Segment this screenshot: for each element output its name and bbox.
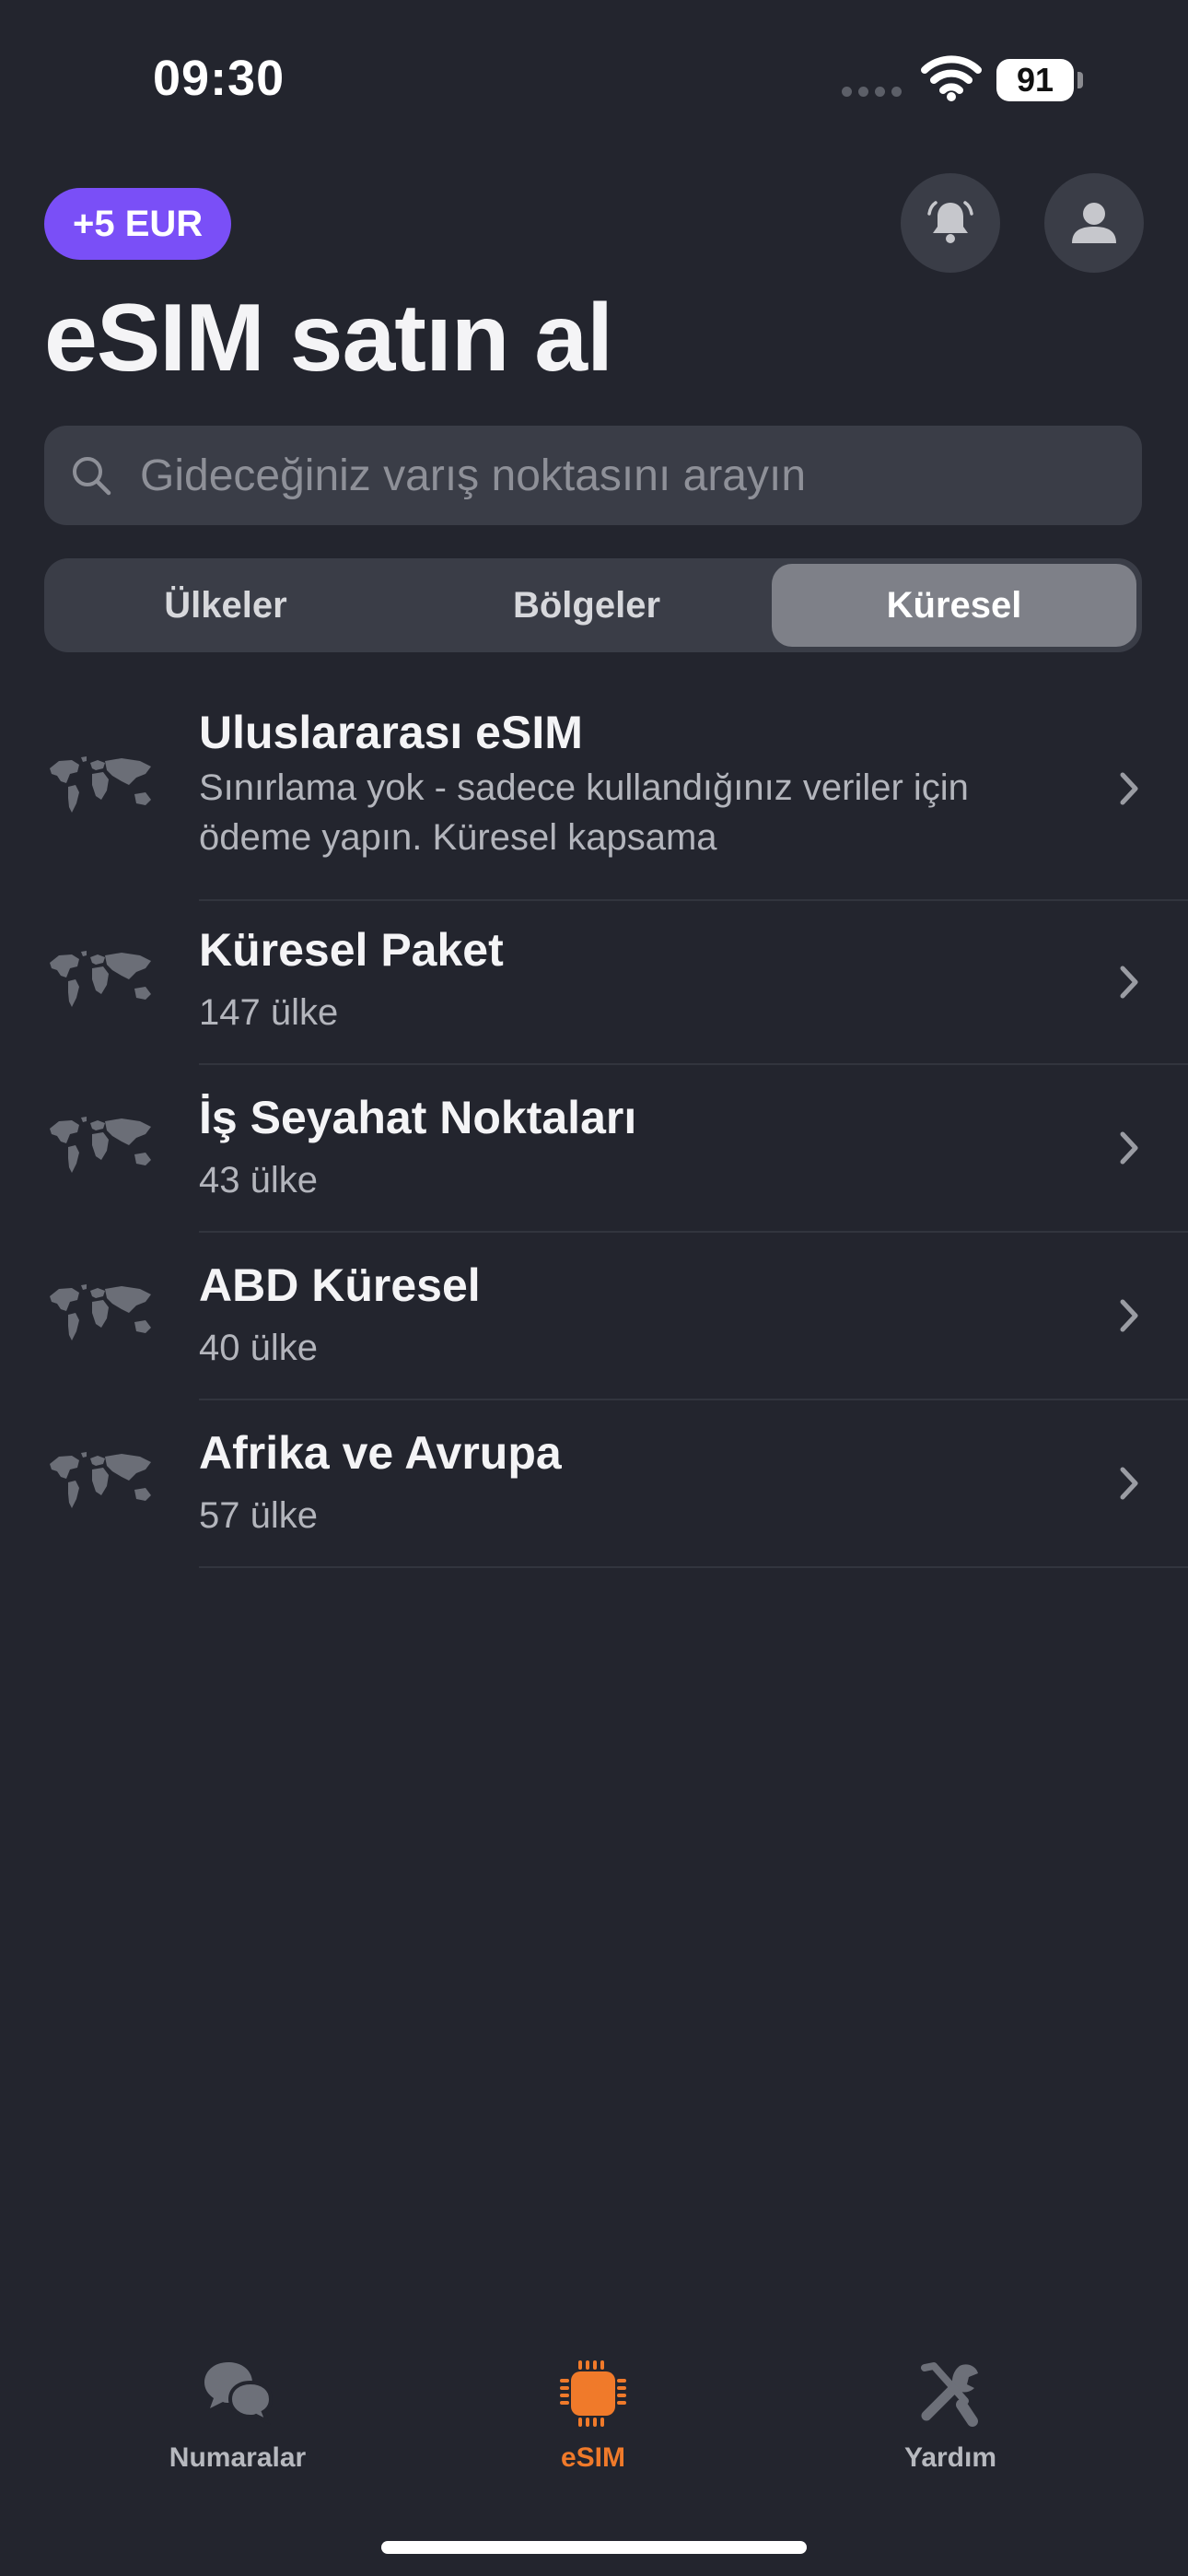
world-map-icon <box>50 1452 151 1508</box>
home-indicator[interactable] <box>381 2541 807 2554</box>
status-time: 09:30 <box>153 51 285 106</box>
plan-subtitle: 57 ülke <box>199 1495 318 1536</box>
region-segmented-control: Ülkeler Bölgeler Küresel <box>44 558 1142 652</box>
bell-icon <box>927 201 973 243</box>
tools-icon <box>921 2362 978 2427</box>
world-map-icon <box>50 1284 151 1341</box>
world-map-icon <box>50 951 151 1007</box>
cellular-signal-icon <box>842 87 902 97</box>
tab-countries[interactable]: Ülkeler <box>50 564 402 647</box>
plan-row-africa-europe[interactable]: Afrika ve Avrupa 57 ülke <box>0 1400 1188 1568</box>
tab-regions[interactable]: Bölgeler <box>411 564 763 647</box>
user-icon <box>1072 203 1116 243</box>
profile-button[interactable] <box>1044 173 1144 273</box>
tab-global[interactable]: Küresel <box>772 564 1136 647</box>
battery-level: 91 <box>1016 61 1054 99</box>
chat-bubbles-icon <box>204 2362 274 2426</box>
chevron-right-icon <box>1120 1299 1138 1332</box>
plan-subtitle: Sınırlama yok - sadece kullandığınız ver… <box>199 767 969 858</box>
chip-icon <box>560 2360 626 2427</box>
battery-cap <box>1077 72 1083 88</box>
tab-label: eSIM <box>560 2442 626 2473</box>
search-icon <box>73 457 111 496</box>
search-input[interactable]: Gideceğiniz varış noktasını arayın <box>44 426 1142 525</box>
plan-row-global-package[interactable]: Küresel Paket 147 ülke <box>0 901 1188 1065</box>
tab-help[interactable]: Yardım <box>840 2359 1061 2474</box>
divider <box>199 1566 1188 1568</box>
plan-title: ABD Küresel <box>199 1259 481 1311</box>
tab-label: Yardım <box>903 2442 997 2473</box>
plan-title: Küresel Paket <box>199 924 504 976</box>
tab-label: Numaralar <box>169 2442 307 2473</box>
chevron-right-icon <box>1120 966 1138 999</box>
plan-row-international[interactable]: Uluslararası eSIM Sınırlama yok - sadece… <box>0 697 1188 901</box>
wifi-icon <box>921 55 982 101</box>
notifications-button[interactable] <box>901 173 1000 273</box>
battery-indicator: 91 <box>996 59 1074 101</box>
plan-subtitle: 147 ülke <box>199 992 339 1033</box>
plan-title: Uluslararası eSIM <box>199 707 583 758</box>
plan-title: İş Seyahat Noktaları <box>199 1092 637 1143</box>
tab-esim[interactable]: eSIM <box>483 2359 704 2474</box>
search-placeholder: Gideceğiniz varış noktasını arayın <box>140 451 807 500</box>
chevron-right-icon <box>1120 1131 1138 1165</box>
world-map-icon <box>50 1117 151 1173</box>
plan-subtitle: 40 ülke <box>199 1328 318 1368</box>
credit-badge[interactable]: +5 EUR <box>44 188 232 260</box>
chevron-right-icon <box>1120 1467 1138 1500</box>
plan-title: Afrika ve Avrupa <box>199 1427 562 1479</box>
plan-subtitle: 43 ülke <box>199 1160 318 1200</box>
plan-row-business-travel[interactable]: İş Seyahat Noktaları 43 ülke <box>0 1065 1188 1233</box>
plan-row-usa-global[interactable]: ABD Küresel 40 ülke <box>0 1233 1188 1400</box>
page-title: eSIM satın al <box>44 285 613 392</box>
chevron-right-icon <box>1120 772 1138 805</box>
tab-numbers[interactable]: Numaralar <box>127 2359 348 2474</box>
world-map-icon <box>50 756 151 813</box>
